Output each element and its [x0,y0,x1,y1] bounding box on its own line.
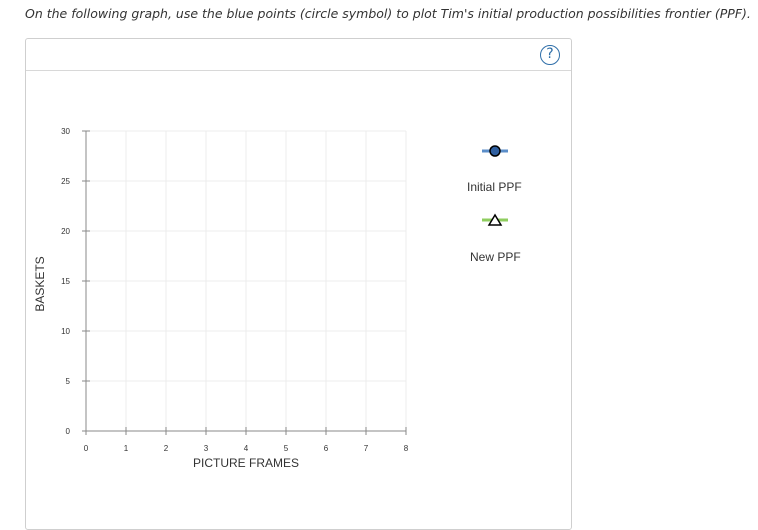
help-question-icon[interactable]: ? [540,45,560,65]
legend-label-initial-ppf: Initial PPF [467,180,522,194]
panel-header: ? [26,39,571,71]
graph-panel: ? [25,38,572,530]
legend-label-new-ppf: New PPF [470,250,521,264]
instruction-text: On the following graph, use the blue poi… [25,6,751,21]
